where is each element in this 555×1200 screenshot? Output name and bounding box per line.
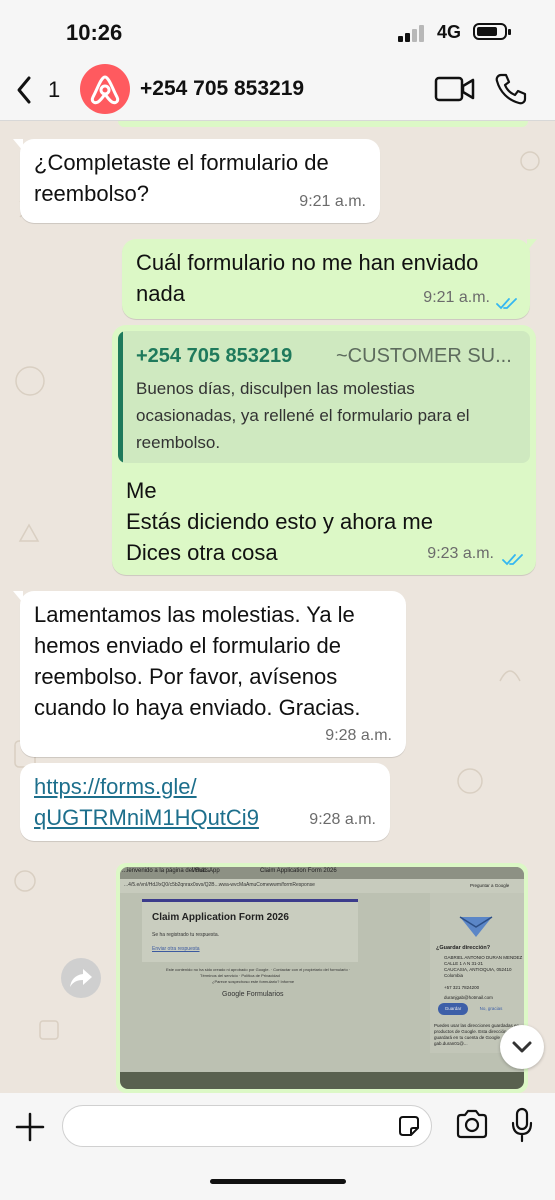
phone-line: +57 321 7824200 [444,985,480,990]
no-thanks-button: No, gracias [479,1006,503,1011]
form-disclaimer: Términos del servicio · Política de Priv… [200,973,280,978]
scroll-to-bottom-button[interactable] [500,1025,544,1069]
message-input-bar [0,1093,555,1200]
camera-button[interactable] [455,1109,489,1139]
previous-message-edge [118,121,528,127]
network-type: 4G [437,22,462,42]
image-message[interactable]: ...ienvenido a la página del Sub... What… [116,863,528,1093]
browser-url-bar: ...4/5.e/vnI/HdJ/xQ0/c5b2qnrax0svs/Q2B..… [120,879,524,893]
map-pin-illustration-icon [459,916,493,937]
address-line: Colombia [444,973,464,978]
message-text: Me Estás diciendo esto y ahora me Dices … [126,478,433,565]
microphone-icon [511,1107,533,1143]
status-bar: 10:26 4G [0,0,555,60]
home-indicator [210,1179,346,1184]
battery-level [477,27,497,36]
status-time: 10:26 [66,20,123,45]
incoming-link-message[interactable]: https://forms.gle/ qUGTRMniM1HQutCi9 9:2… [20,763,390,841]
browser-tab: WhatsApp [192,868,220,874]
plus-icon [15,1112,45,1142]
quote-accent-bar [118,331,123,463]
video-call-button[interactable] [434,74,476,104]
chat-header: 1 +254 705 853219 [0,60,555,121]
voice-call-button[interactable] [494,72,528,106]
video-camera-icon [434,76,475,102]
form-confirmation-text: Se ha registrado tu respuesta. [152,932,219,938]
sticker-icon[interactable] [397,1114,421,1138]
form-title: Claim Application Form 2026 [152,912,289,923]
cellular-signal-icon [398,24,428,42]
battery-icon [473,23,511,40]
form-link[interactable]: https://forms.gle/ qUGTRMniM1HQutCi9 [34,771,259,833]
google-forms-brand: Google Formularios [222,991,284,998]
incoming-message[interactable]: ¿Completaste el formulario de reembolso?… [13,139,380,223]
quote-text: Buenos días, disculpen las molestias oca… [136,379,470,452]
form-disclaimer: ¿Parece sospechoso este formulario? Info… [212,979,295,984]
quote-author: +254 705 853219 [136,345,293,367]
address-line: CAUCASIA, ANTIOQUIA, 052410 [444,967,512,972]
voice-message-button[interactable] [510,1107,534,1143]
double-check-read-icon [496,298,517,310]
forward-button[interactable] [61,958,101,998]
quote-author-tag: ~CUSTOMER SU... [336,345,512,367]
outgoing-message[interactable]: Cuál formulario no me han enviado nada 9… [122,239,537,319]
save-address-button: Guardar [438,1003,468,1015]
message-time: 9:21 a.m. [299,193,366,210]
chevron-down-icon [512,1041,532,1053]
quoted-message[interactable]: +254 705 853219 ~CUSTOMER SU... Buenos d… [118,331,530,463]
browser-url: ...4/5.e/vnI/HdJ/xQ0/c5b2qnrax0svs/Q2B..… [124,882,315,888]
contact-avatar[interactable] [80,64,130,114]
message-time: 9:23 a.m. [427,545,494,562]
address-line: CALLE 1 A N 31-21 [444,961,484,966]
ask-google-link: Preguntar a Google [470,883,510,888]
contact-name[interactable]: +254 705 853219 [140,77,304,101]
form-confirmation-card: Claim Application Form 2026 Se ha regist… [142,899,358,962]
camera-icon [456,1109,488,1139]
incoming-message[interactable]: Lamentamos las molestias. Ya le hemos en… [13,591,406,757]
message-time: 9:28 a.m. [309,811,376,828]
phone-icon [495,73,527,105]
unread-count[interactable]: 1 [48,77,60,103]
message-time: 9:28 a.m. [325,727,392,744]
message-input[interactable] [79,1106,383,1148]
chevron-left-icon [17,76,31,104]
save-address-title: ¿Guardar dirección? [436,945,491,951]
browser-tab-active: Claim Application Form 2026 [260,868,337,874]
message-input-wrapper[interactable] [62,1105,432,1148]
message-text: Lamentamos las molestias. Ya le hemos en… [34,602,361,720]
photo-of-screen[interactable]: ...ienvenido a la página del Sub... What… [120,867,524,1089]
laptop-screen: ...ienvenido a la página del Sub... What… [120,867,524,1072]
address-line: GABRIEL ANTONIO DURAN MENDEZ [444,955,523,960]
browser-tab-bar: ...ienvenido a la página del Sub... What… [120,867,524,879]
submit-another-link: Enviar otra respuesta [152,946,200,952]
email-line: duranjgab@hotmail.com [444,995,493,1000]
outgoing-reply-message[interactable]: +254 705 853219 ~CUSTOMER SU... Buenos d… [112,325,536,575]
airbnb-logo-icon [90,75,120,105]
attach-button[interactable] [14,1111,46,1143]
message-time: 9:21 a.m. [423,289,490,306]
chat-area[interactable]: ¿Completaste el formulario de reembolso?… [0,121,555,1093]
message-text: ¿Completaste el formulario de reembolso? [34,150,329,206]
form-disclaimer: Este contenido no ha sido creado ni apro… [166,967,351,972]
forward-arrow-icon [70,969,92,987]
double-check-read-icon [502,554,523,566]
